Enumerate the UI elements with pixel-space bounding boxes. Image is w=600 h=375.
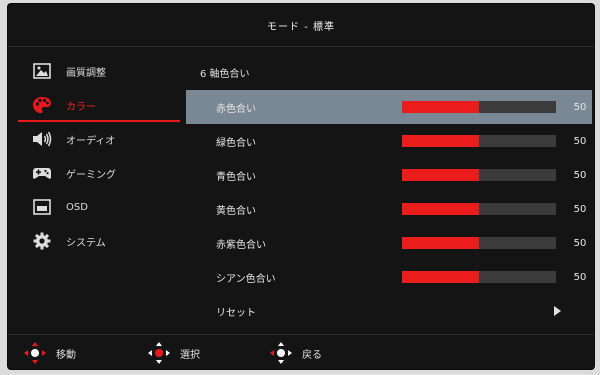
picture-icon <box>32 61 52 81</box>
gamepad-icon <box>32 163 52 183</box>
slider-fill <box>402 101 479 113</box>
slider-fill <box>402 237 479 249</box>
section-title: 6 軸色合い <box>200 68 250 80</box>
sidebar-item-osd[interactable]: OSD <box>16 190 180 224</box>
slider-label: シアン色合い <box>216 273 276 285</box>
reset-row[interactable]: リセット <box>186 294 592 328</box>
hint-move-label: 移動 <box>56 349 76 361</box>
sidebar-item-label: 画質調整 <box>66 67 106 79</box>
osd-menu: モード - 標準 画質調整 カラー オーディオ ゲーミング OSD システム 6… <box>8 4 594 369</box>
joystick-move-icon <box>24 342 46 364</box>
slider-row-blue-hue[interactable]: 青色合い 50 <box>186 158 592 192</box>
slider-track[interactable] <box>402 135 556 147</box>
slider-label: 赤紫色合い <box>216 239 266 251</box>
sidebar-item-label: カラー <box>66 101 96 113</box>
slider-value: 50 <box>573 135 587 147</box>
slider-track[interactable] <box>402 203 556 215</box>
speaker-icon <box>32 129 52 149</box>
sidebar-item-label: オーディオ <box>66 135 116 147</box>
sidebar-item-picture[interactable]: 画質調整 <box>16 54 180 88</box>
hint-select: 選択 <box>148 341 200 365</box>
slider-value: 50 <box>573 237 587 249</box>
sidebar-item-gaming[interactable]: ゲーミング <box>16 156 180 190</box>
hint-back: 戻る <box>270 341 322 365</box>
sidebar-item-label: OSD <box>66 201 88 213</box>
hint-back-label: 戻る <box>302 349 322 361</box>
reset-label: リセット <box>216 307 256 319</box>
slider-fill <box>402 271 479 283</box>
sidebar: 画質調整 カラー オーディオ ゲーミング OSD システム <box>16 54 180 258</box>
sidebar-item-audio[interactable]: オーディオ <box>16 122 180 156</box>
chevron-right-icon <box>554 306 561 316</box>
slider-row-cyan-hue[interactable]: シアン色合い 50 <box>186 260 592 294</box>
slider-track[interactable] <box>402 101 556 113</box>
slider-value: 50 <box>573 271 587 283</box>
osd-window-icon <box>32 197 52 217</box>
slider-value: 50 <box>573 203 587 215</box>
joystick-select-icon <box>148 342 170 364</box>
slider-value: 50 <box>573 169 587 181</box>
main-panel: 6 軸色合い 赤色合い 50 緑色合い 50 青色合い 50 黄色合い 50 赤… <box>186 54 592 328</box>
slider-label: 青色合い <box>216 171 256 183</box>
sidebar-item-system[interactable]: システム <box>16 224 180 258</box>
slider-track[interactable] <box>402 169 556 181</box>
joystick-back-icon <box>270 342 292 364</box>
footer-hints: 移動 選択 戻る <box>8 334 594 370</box>
mode-title-bar: モード - 標準 <box>8 4 594 47</box>
sidebar-item-label: ゲーミング <box>66 169 116 181</box>
slider-label: 緑色合い <box>216 137 256 149</box>
slider-fill <box>402 135 479 147</box>
palette-icon <box>32 95 52 115</box>
slider-row-magenta-hue[interactable]: 赤紫色合い 50 <box>186 226 592 260</box>
slider-track[interactable] <box>402 237 556 249</box>
slider-label: 赤色合い <box>216 103 256 115</box>
slider-fill <box>402 169 479 181</box>
slider-fill <box>402 203 479 215</box>
gear-icon <box>32 231 52 251</box>
hint-select-label: 選択 <box>180 349 200 361</box>
slider-row-green-hue[interactable]: 緑色合い 50 <box>186 124 592 158</box>
slider-value: 50 <box>573 101 587 113</box>
hint-move: 移動 <box>24 341 76 365</box>
slider-label: 黄色合い <box>216 205 256 217</box>
slider-row-yellow-hue[interactable]: 黄色合い 50 <box>186 192 592 226</box>
sidebar-item-label: システム <box>66 237 106 249</box>
sidebar-item-color[interactable]: カラー <box>16 88 180 122</box>
mode-title: モード - 標準 <box>267 21 335 33</box>
slider-track[interactable] <box>402 271 556 283</box>
slider-row-red-hue[interactable]: 赤色合い 50 <box>186 90 592 124</box>
